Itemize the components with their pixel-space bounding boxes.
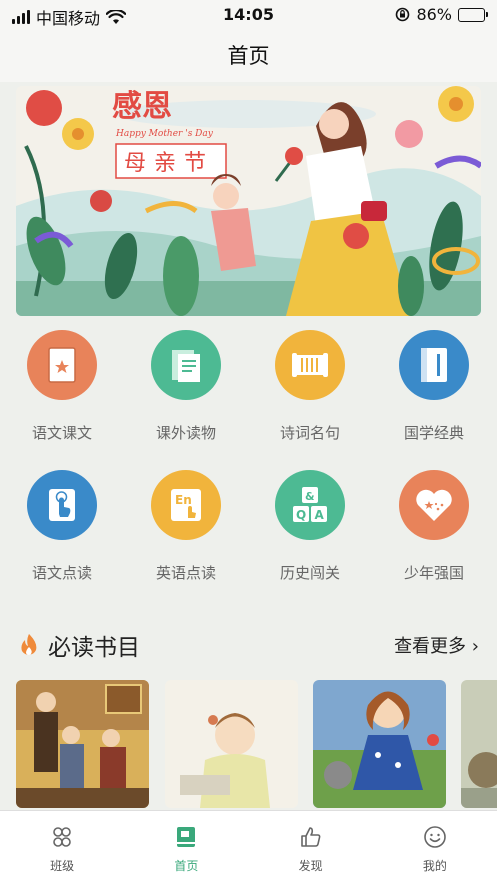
grid-label: 历史闯关	[279, 564, 340, 582]
grid-label: 语文点读	[31, 564, 92, 582]
svg-text:A: A	[315, 508, 325, 522]
tab-label: 班级	[50, 859, 75, 873]
grid-item-english-reading[interactable]: En 英语点读	[124, 470, 248, 583]
english-read-icon: En	[151, 470, 221, 540]
smile-icon	[424, 826, 446, 848]
book-cover-4[interactable]	[461, 680, 497, 808]
grid-item-textbook[interactable]: 语文课文	[0, 330, 124, 443]
battery-icon	[458, 7, 488, 22]
book-cover-3[interactable]	[313, 680, 446, 808]
chevron-right-icon: ›	[471, 636, 479, 657]
svg-text:&: &	[305, 490, 315, 503]
tab-label: 首页	[174, 859, 199, 873]
flame-icon	[21, 634, 37, 655]
tab-label: 发现	[298, 859, 323, 873]
grid-item-chinese-reading[interactable]: 语文点读	[0, 470, 124, 583]
grid-item-extracurricular[interactable]: 课外读物	[124, 330, 248, 443]
banner-subtitle: Happy Mother 's Day	[115, 129, 214, 139]
see-more-link[interactable]: 查看更多 ›	[394, 632, 479, 658]
quiz-blocks-icon: & Q A	[275, 470, 345, 540]
grid-label: 国学经典	[403, 424, 464, 442]
tab-class[interactable]: 班级	[0, 811, 124, 883]
book-cover-art	[313, 680, 446, 808]
grid-item-poetry[interactable]: 诗词名句	[248, 330, 372, 443]
tap-read-icon	[27, 470, 97, 540]
tab-mine[interactable]: 我的	[373, 811, 497, 883]
book-cover-art	[461, 680, 497, 808]
svg-text:En: En	[175, 493, 192, 507]
tab-label: 我的	[422, 859, 447, 873]
grid-label: 少年强国	[403, 564, 464, 582]
book-cover-art	[16, 680, 149, 808]
book-cover-2[interactable]	[165, 680, 298, 808]
tab-home[interactable]: 首页	[124, 811, 248, 883]
grid-label: 语文课文	[31, 424, 92, 442]
grid-label: 诗词名句	[279, 424, 340, 442]
classic-book-icon	[399, 330, 469, 400]
book-list	[16, 680, 497, 808]
page-title: 首页	[227, 44, 270, 68]
scroll-icon	[275, 330, 345, 400]
section-header-required-reading: 必读书目 查看更多 ›	[18, 628, 479, 664]
banner-carousel[interactable]: 感恩 Happy Mother 's Day 母亲节	[16, 86, 481, 316]
battery-group: 86%	[395, 5, 488, 24]
book-cover-art	[165, 680, 298, 808]
heart-star-icon	[399, 470, 469, 540]
class-icon	[53, 827, 71, 847]
grid-label: 英语点读	[155, 564, 216, 582]
tab-bar: 班级 首页 发现 我的	[0, 810, 497, 883]
books-icon	[151, 330, 221, 400]
grid-item-classics[interactable]: 国学经典	[372, 330, 496, 443]
grid-label: 课外读物	[155, 424, 216, 442]
book-cover-1[interactable]	[16, 680, 149, 808]
see-more-label: 查看更多	[394, 636, 467, 657]
svg-text:Q: Q	[296, 508, 306, 522]
banner-title: 感恩	[112, 89, 172, 124]
section-title: 必读书目	[48, 635, 140, 661]
grid-item-history-quiz[interactable]: & Q A 历史闯关	[248, 470, 372, 583]
banner-illustration: 感恩 Happy Mother 's Day 母亲节	[16, 86, 481, 316]
banner-caption: 母亲节	[124, 151, 214, 176]
status-bar: 中国移动 14:05 86%	[0, 0, 497, 30]
orientation-lock-icon	[396, 7, 410, 22]
grid-item-youth-power[interactable]: 少年强国	[372, 470, 496, 583]
thumbs-up-icon	[300, 827, 321, 847]
textbook-icon	[27, 330, 97, 400]
home-book-icon	[177, 827, 196, 847]
battery-percent: 86%	[416, 5, 452, 24]
nav-bar: 首页	[0, 30, 497, 82]
tab-discover[interactable]: 发现	[249, 811, 373, 883]
